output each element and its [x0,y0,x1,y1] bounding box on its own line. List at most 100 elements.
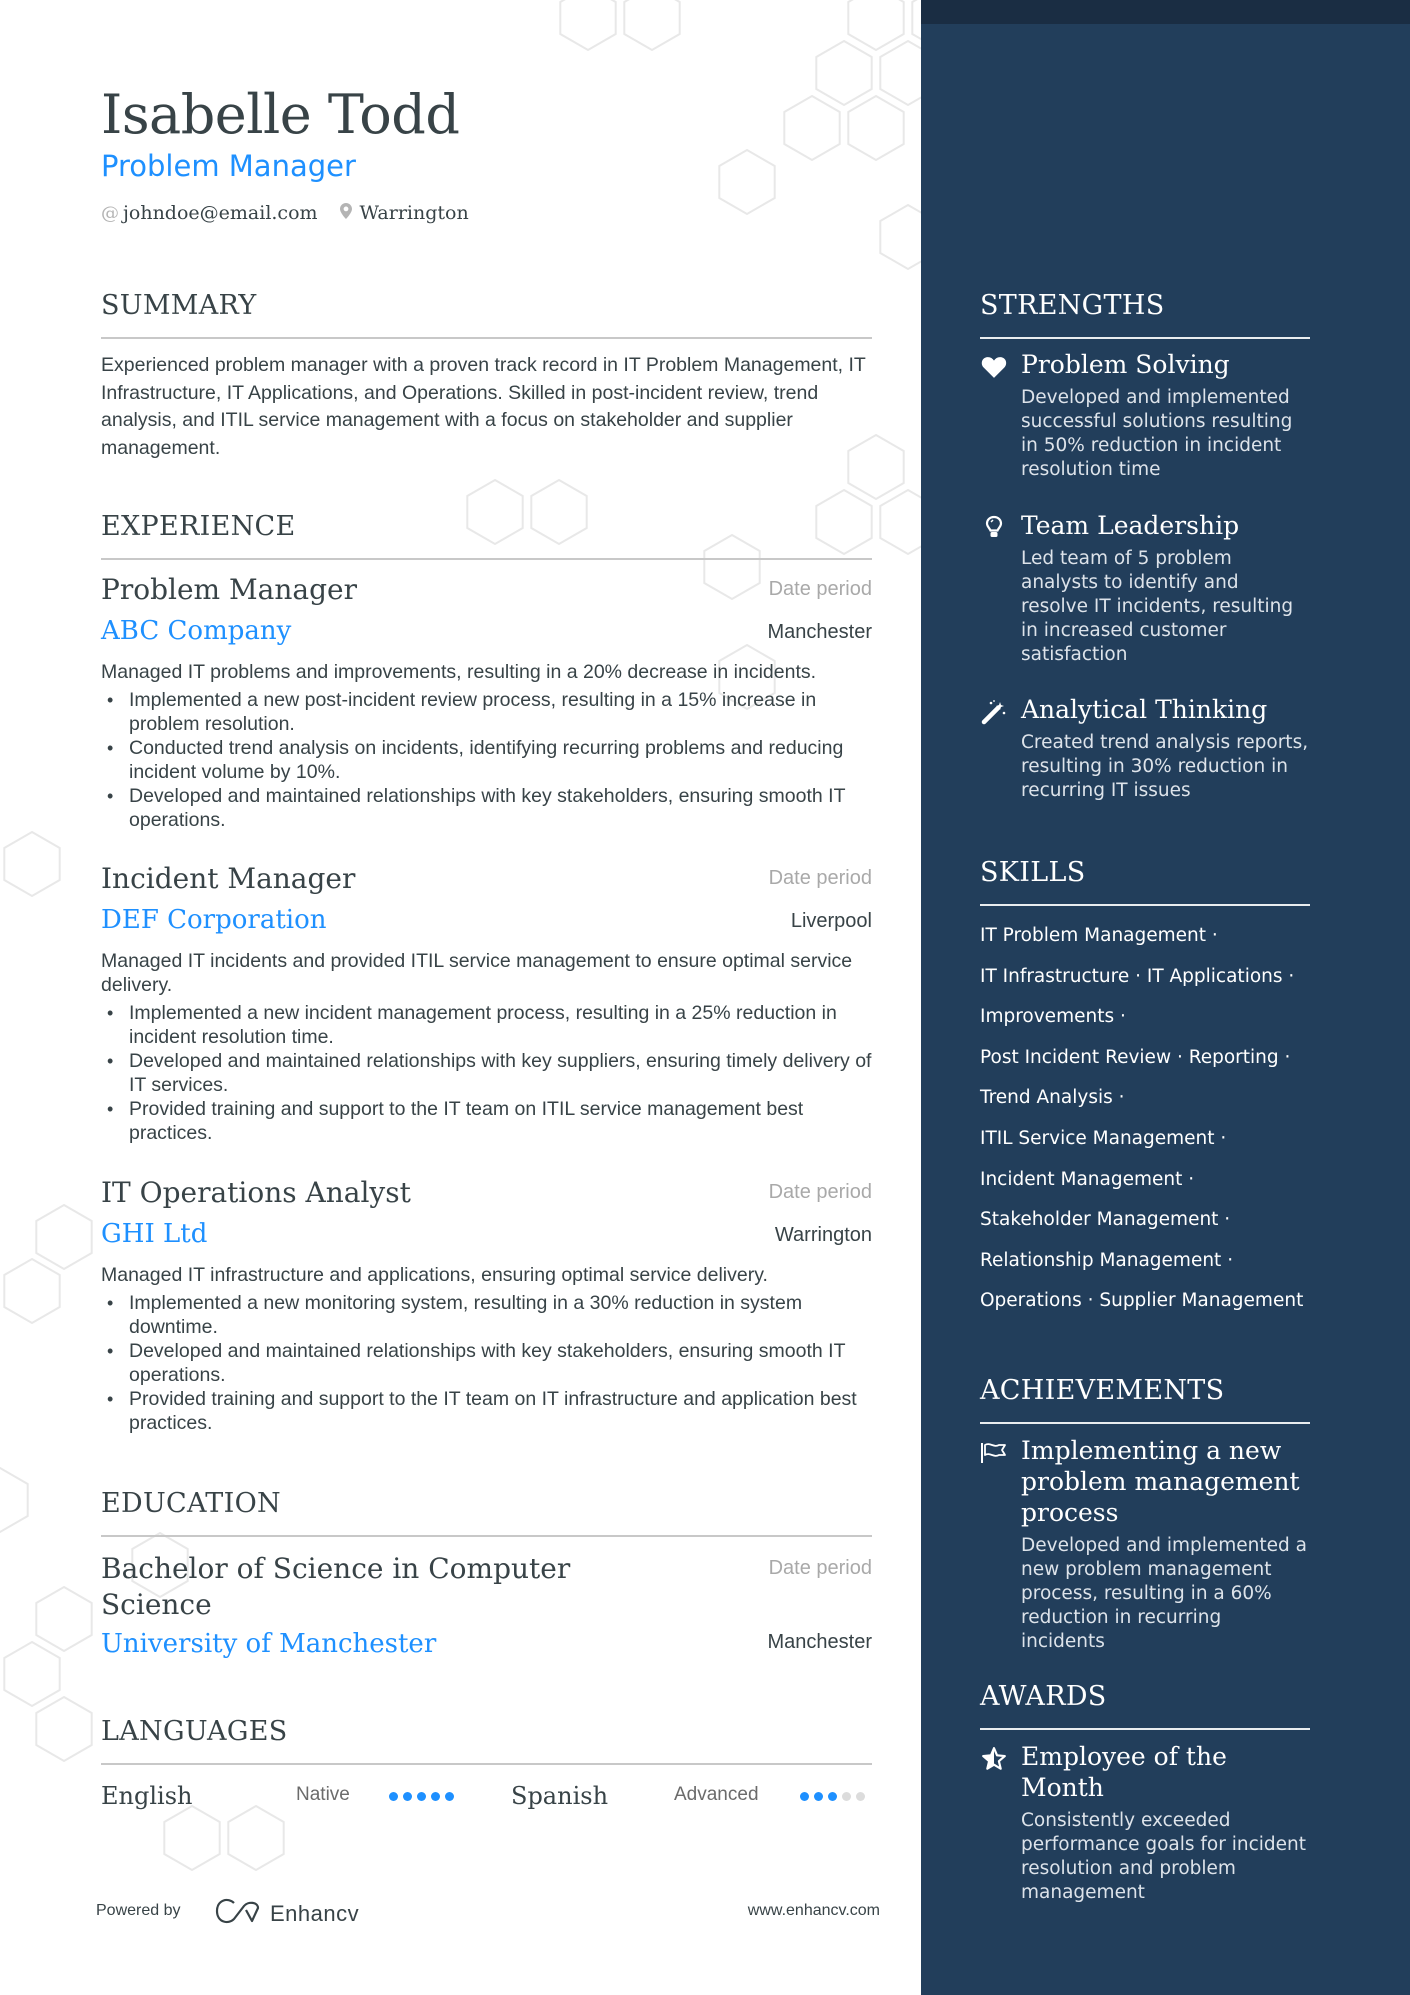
skill-line: Improvements · [980,1006,1126,1028]
rating-dot-filled [417,1792,426,1801]
skill-line: Trend Analysis · [980,1087,1125,1109]
experience-divider [101,558,872,560]
sidebar: STRENGTHS Problem Solving Developed and … [921,0,1410,1995]
rating-dot-filled [389,1792,398,1801]
date-period: Date period [768,867,872,889]
languages-title: LANGUAGES [101,1716,288,1747]
website-link[interactable]: www.enhancv.com [748,1902,880,1920]
degree-title: Bachelor of Science in Computer Science [101,1552,571,1621]
language-rating [389,1792,454,1801]
bullet-item: Developed and maintained relationships w… [101,784,872,832]
skill-line: Post Incident Review · Reporting · [980,1046,1291,1068]
strength-title: Problem Solving [1021,350,1230,379]
candidate-role: Problem Manager [101,149,356,183]
email-text[interactable]: johndoe@email.com [123,202,318,224]
language-name: Spanish [511,1782,609,1810]
strength-item: Problem Solving Developed and implemente… [980,349,1310,482]
hexagon-shape [3,830,61,898]
bullet-item: Implemented a new post-incident review p… [101,688,872,736]
hexagon-shape [559,0,617,52]
skill-line: ITIL Service Management · [980,1127,1227,1149]
bullet-item: Provided training and support to the IT … [101,1097,872,1145]
summary-text: Experienced problem manager with a prove… [101,354,866,459]
education-title: EDUCATION [101,1488,281,1519]
skill-line: Relationship Management · [980,1249,1234,1271]
hexagon-shape [530,478,588,546]
school-location: Manchester [767,1631,873,1653]
summary-divider [101,337,872,339]
hexagon-shape [163,1804,221,1872]
achievement-item: Implementing a new problem management pr… [980,1435,1310,1654]
company-name[interactable]: DEF Corporation [101,903,872,937]
lightbulb-icon [980,514,1008,542]
hexagon-shape [911,0,921,41]
skills-divider [980,904,1310,906]
hexagon-shape [815,488,873,556]
hexagon-shape [3,1257,61,1325]
hexagon-shape [879,488,921,556]
location-text: Warrington [359,202,469,224]
experience-entry: IT Operations Analyst GHI Ltd Date perio… [101,1175,872,1435]
skills-title: SKILLS [980,857,1086,888]
experience-title: EXPERIENCE [101,511,296,542]
email-item: @ johndoe@email.com [101,202,318,224]
education-divider [101,1535,872,1537]
flag-icon [980,1439,1008,1467]
skill-line: IT Infrastructure · IT Applications · [980,965,1295,987]
awards-divider [980,1728,1310,1730]
date-period: Date period [768,1181,872,1203]
experience-entry: Problem Manager ABC Company Date period … [101,572,872,832]
job-location: Liverpool [790,910,872,932]
rating-dot-filled [828,1792,837,1801]
job-bullets: Implemented a new monitoring system, res… [101,1291,872,1435]
strength-item: Team Leadership Led team of 5 problem an… [980,510,1310,667]
rating-dot-empty [842,1792,851,1801]
hexagon-shape [879,39,921,107]
at-icon: @ [101,202,119,224]
language-item: Spanish [511,1778,608,1814]
enhancv-logo[interactable]: Enhancv [214,1898,359,1929]
skills-list: IT Problem Management · IT Infrastructur… [980,916,1320,1322]
hexagon-shape [879,203,921,271]
strength-title: Team Leadership [1021,511,1240,540]
job-title: Problem Manager [101,573,357,606]
star-icon [980,1745,1008,1773]
hexagon-shape [847,0,905,52]
rating-dot-empty [856,1792,865,1801]
rating-dot-filled [431,1792,440,1801]
language-level: Native [296,1784,350,1805]
hexagon-shape [35,1203,93,1271]
language-level: Advanced [674,1784,759,1805]
language-rating [800,1792,865,1801]
footer: Powered by Enhancv www.enhancv.com [96,1898,880,1928]
school-name[interactable]: University of Manchester [101,1627,872,1661]
powered-by-label: Powered by [96,1902,181,1919]
rating-dot-filled [814,1792,823,1801]
achievement-description: Developed and implemented a new problem … [1021,1535,1308,1652]
hexagon-shape [466,478,524,546]
award-item: Employee of the Month Consistently excee… [980,1741,1310,1905]
job-title: Incident Manager [101,862,356,895]
hexagon-shape [3,1640,61,1708]
map-pin-icon [339,202,352,224]
job-location: Warrington [774,1224,872,1246]
job-bullets: Implemented a new incident management pr… [101,1001,872,1145]
company-name[interactable]: ABC Company [101,614,872,648]
date-period: Date period [768,1557,872,1579]
magic-wand-icon [980,698,1008,726]
award-title: Employee of the Month [1021,1742,1227,1802]
rating-dot-filled [445,1792,454,1801]
skill-line: Operations · Supplier Management [980,1290,1304,1312]
achievement-title: Implementing a new problem management pr… [1021,1436,1300,1527]
job-bullets: Implemented a new post-incident review p… [101,688,872,832]
job-location: Manchester [767,621,873,643]
company-name[interactable]: GHI Ltd [101,1217,872,1251]
bullet-item: Implemented a new monitoring system, res… [101,1291,872,1339]
rating-dot-filled [403,1792,412,1801]
strengths-divider [980,337,1310,339]
job-description: Managed IT incidents and provided ITIL s… [101,950,853,996]
bullet-item: Developed and maintained relationships w… [101,1339,872,1387]
enhancv-logo-icon [214,1898,262,1929]
language-item: English [101,1778,192,1814]
skill-line: Incident Management · [980,1168,1195,1190]
